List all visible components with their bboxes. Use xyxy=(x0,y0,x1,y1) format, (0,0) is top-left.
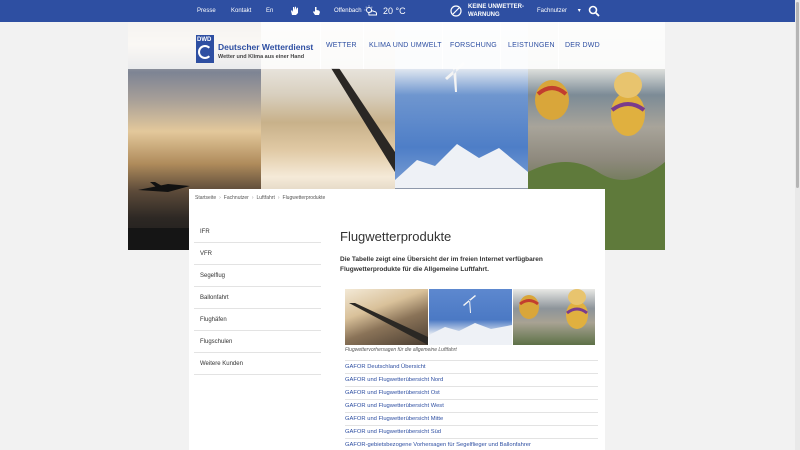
breadcrumb-separator-icon: › xyxy=(251,195,254,201)
logo-swirl-icon xyxy=(198,45,212,59)
product-link[interactable]: GAFOR und Flugwetterübersicht Ost xyxy=(345,386,598,399)
kontakt-link[interactable]: Kontakt xyxy=(231,0,251,22)
dwd-logo-mark: DWD xyxy=(196,35,214,63)
nav-divider xyxy=(320,22,321,69)
breadcrumb-separator-icon: › xyxy=(219,195,221,201)
nav-item-wetter[interactable]: WETTER xyxy=(326,42,357,49)
gallery-image-balloons xyxy=(513,289,595,345)
sidebar-item-flugschulen[interactable]: Flugschulen xyxy=(194,331,321,353)
top-bar: Presse Kontakt En Offenbach 20 °C KEINE … xyxy=(0,0,800,22)
image-gallery xyxy=(345,289,595,345)
warning-status[interactable]: KEINE UNWETTER- WARNUNG xyxy=(468,3,524,19)
sidebar: IFR VFR Segelflug Ballonfahrt Flughäfen … xyxy=(194,221,321,375)
nav-item-der-dwd[interactable]: DER DWD xyxy=(565,42,600,49)
product-link[interactable]: GAFOR und Flugwetterübersicht Nord xyxy=(345,373,598,386)
sidebar-item-vfr[interactable]: VFR xyxy=(194,243,321,265)
nav-item-klima-und-umwelt[interactable]: KLIMA UND UMWELT xyxy=(369,42,442,49)
sidebar-item-flughaefen[interactable]: Flughäfen xyxy=(194,309,321,331)
hand-icon[interactable] xyxy=(290,6,299,16)
page-scrollbar-thumb[interactable] xyxy=(796,2,799,188)
presse-link[interactable]: Presse xyxy=(197,0,216,22)
nav-item-leistungen[interactable]: LEISTUNGEN xyxy=(508,42,555,49)
intro-text: Die Tabelle zeigt eine Übersicht der im … xyxy=(340,256,543,273)
nav-divider xyxy=(363,22,364,69)
main-content: Flugwetterprodukte Die Tabelle zeigt ein… xyxy=(340,229,600,448)
sidebar-item-ballonfahrt[interactable]: Ballonfahrt xyxy=(194,287,321,309)
weather-icon xyxy=(364,5,378,17)
nav-item-forschung[interactable]: FORSCHUNG xyxy=(450,42,497,49)
sidebar-item-weitere-kunden[interactable]: Weitere Kunden xyxy=(194,353,321,375)
language-link[interactable]: En xyxy=(266,0,273,22)
pointer-hand-icon[interactable] xyxy=(312,6,321,16)
role-label: Fachnutzer xyxy=(537,8,568,14)
dwd-logo[interactable]: DWD Deutscher Wetterdienst Wetter und Kl… xyxy=(196,35,313,67)
nav-divider xyxy=(442,22,443,69)
temperature: 20 °C xyxy=(383,6,406,16)
sidebar-item-ifr[interactable]: IFR xyxy=(194,221,321,243)
role-selector[interactable]: Fachnutzer ▾ xyxy=(537,0,581,22)
content-card: Startseite › Fachnutzer › Luftfahrt › Flugwett… xyxy=(189,189,605,450)
gallery-caption: Flugwettervorhersagen für die allgemeine… xyxy=(345,347,457,353)
logo-mark-text: DWD xyxy=(197,37,212,43)
chevron-down-icon: ▾ xyxy=(577,8,581,14)
breadcrumb-separator-icon: › xyxy=(277,195,280,201)
product-link[interactable]: GAFOR und Flugwetterübersicht Mitte xyxy=(345,412,598,425)
nav-divider xyxy=(558,22,559,69)
gallery-image-glider xyxy=(429,289,512,345)
warning-line-1: KEINE UNWETTER- xyxy=(468,4,524,10)
logo-name: Deutscher Wetterdienst xyxy=(218,42,314,52)
product-link[interactable]: GAFOR-gebietsbezogene Vorhersagen für Se… xyxy=(345,438,598,450)
breadcrumb-startseite[interactable]: Startseite xyxy=(195,195,216,201)
logo-tagline: Wetter und Klima aus einer Hand xyxy=(218,54,305,60)
product-link[interactable]: GAFOR Deutschland Übersicht xyxy=(345,360,598,373)
product-link[interactable]: GAFOR und Flugwetterübersicht Süd xyxy=(345,425,598,438)
search-icon[interactable] xyxy=(588,5,600,17)
gallery-image-wing xyxy=(345,289,428,345)
product-link-list: GAFOR Deutschland Übersicht GAFOR und Fl… xyxy=(345,360,598,450)
breadcrumb: Startseite › Fachnutzer › Luftfahrt › Flugwett… xyxy=(195,195,325,201)
main-navigation: DWD Deutscher Wetterdienst Wetter und Kl… xyxy=(128,22,665,69)
breadcrumb-luftfahrt[interactable]: Luftfahrt xyxy=(256,195,274,201)
warning-line-2: WARNUNG xyxy=(468,12,500,18)
city-name[interactable]: Offenbach xyxy=(334,0,362,22)
sidebar-item-segelflug[interactable]: Segelflug xyxy=(194,265,321,287)
product-link[interactable]: GAFOR und Flugwetterübersicht West xyxy=(345,399,598,412)
breadcrumb-current: Flugwetterprodukte xyxy=(282,195,326,201)
no-warning-icon xyxy=(450,5,462,17)
breadcrumb-fachnutzer[interactable]: Fachnutzer xyxy=(224,195,249,201)
nav-divider xyxy=(500,22,501,69)
page-title: Flugwetterprodukte xyxy=(340,229,452,244)
